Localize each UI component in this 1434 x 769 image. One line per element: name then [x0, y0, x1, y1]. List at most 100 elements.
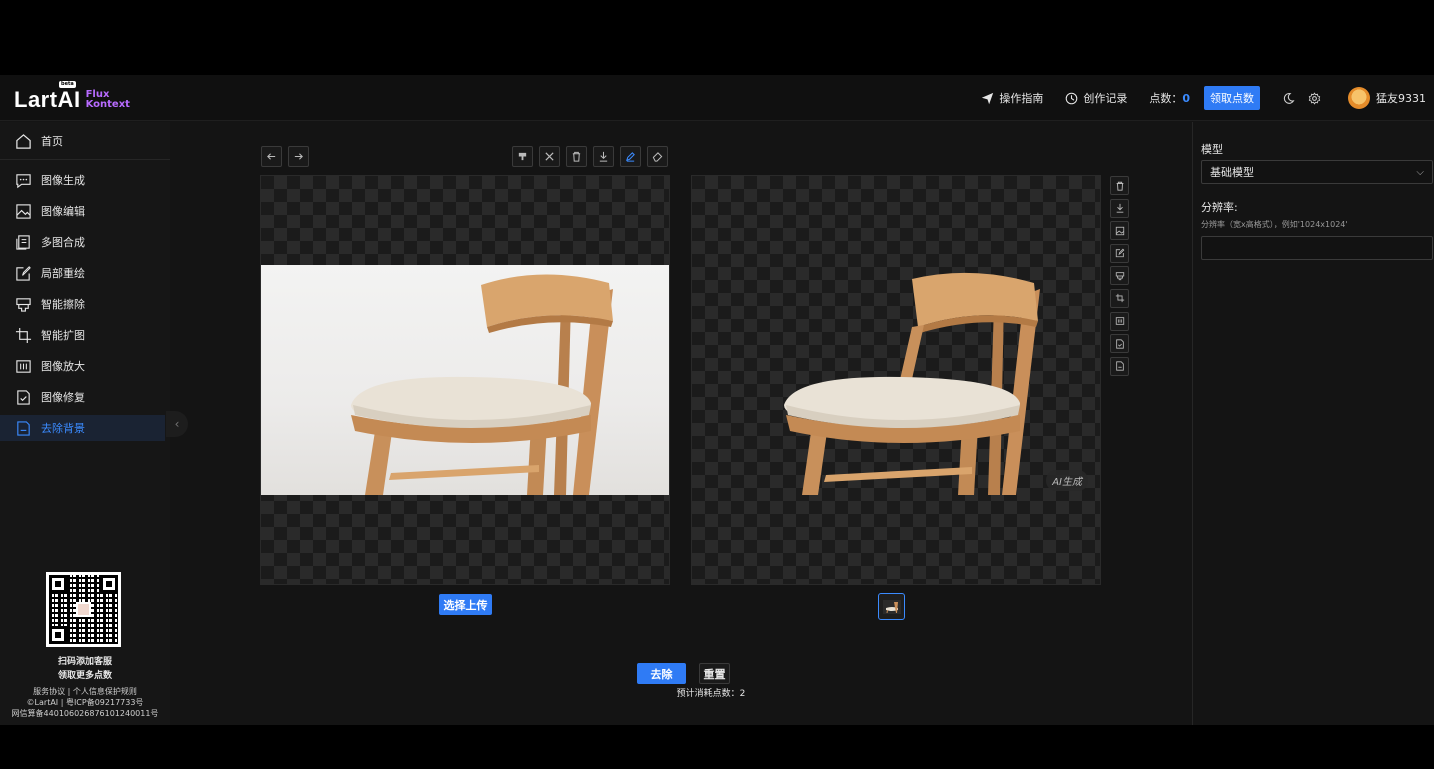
sidebar-item-upscale[interactable]: 图像放大	[0, 353, 170, 379]
sidebar-item-image-generate[interactable]: 图像生成	[0, 167, 170, 193]
app-logo[interactable]: LartAI beta Flux Kontext	[14, 81, 130, 113]
result-thumbnail[interactable]	[878, 593, 905, 620]
points-display: 点数：0	[1149, 90, 1190, 106]
points-label: 点数：	[1149, 92, 1183, 105]
send-to-outpaint-button[interactable]	[1110, 288, 1129, 308]
eraser-button[interactable]	[647, 146, 668, 167]
eraser-icon	[1115, 272, 1124, 281]
model-select[interactable]: 基础模型 ⌵	[1201, 160, 1433, 184]
arrow-right-icon	[294, 153, 303, 160]
remove-background-button[interactable]: 去除	[637, 663, 686, 684]
remove-bg-icon	[17, 420, 30, 436]
sidebar-item-inpaint[interactable]: 局部重绘	[0, 260, 170, 286]
result-download-button[interactable]	[1110, 198, 1129, 218]
theme-toggle[interactable]	[1280, 90, 1296, 106]
qr-caption: 扫码添加客服 领取更多点数	[0, 655, 170, 683]
chair-image	[351, 274, 613, 495]
resolution-input[interactable]	[1201, 236, 1433, 260]
select-upload-button[interactable]: 选择上传	[439, 594, 492, 615]
sidebar-item-label: 图像放大	[41, 360, 85, 373]
pen-button[interactable]	[620, 146, 641, 167]
sidebar-item-restore[interactable]: 图像修复	[0, 384, 170, 410]
eraser-icon	[652, 152, 663, 162]
settings-button[interactable]	[1306, 90, 1322, 106]
arrow-left-icon	[267, 153, 276, 160]
logo-sub-line2: Kontext	[85, 99, 130, 110]
edit-icon	[1115, 248, 1124, 258]
send-to-restore-button[interactable]	[1110, 334, 1129, 354]
clock-icon	[1066, 92, 1078, 104]
sidebar-item-outpaint[interactable]: 智能扩图	[0, 322, 170, 348]
app-window: LartAI beta Flux Kontext 操作指南 创作记录 点数：0 …	[0, 75, 1434, 725]
chat-icon	[16, 173, 31, 188]
upscale-icon	[16, 359, 31, 373]
send-to-edit-button[interactable]	[1110, 221, 1129, 241]
gear-icon	[1308, 91, 1320, 105]
brush-button[interactable]	[512, 146, 533, 167]
send-to-erase-button[interactable]	[1110, 266, 1129, 286]
qr-center-avatar	[76, 602, 91, 617]
settings-panel: 模型 基础模型 ⌵ 分辨率: 分辨率（宽x高格式），例如'1024x1024'	[1192, 122, 1434, 725]
sidebar-item-multi-compose[interactable]: 多图合成	[0, 229, 170, 255]
qr-corner	[49, 626, 67, 644]
guide-link[interactable]: 操作指南	[981, 90, 1043, 106]
claim-points-button[interactable]: 领取点数	[1204, 86, 1260, 110]
header-actions: 操作指南 创作记录 点数：0 领取点数 猛友9331	[981, 75, 1426, 121]
result-tools	[1110, 176, 1130, 379]
letterbox-top	[0, 0, 1434, 75]
image-icon	[1115, 226, 1124, 235]
sidebar-divider	[0, 159, 170, 160]
legal-footer: 服务协议 | 个人信息保护规则 ©LartAI | 粤ICP备09217733号…	[0, 686, 170, 719]
delete-button[interactable]	[566, 146, 587, 167]
history-link[interactable]: 创作记录	[1065, 90, 1127, 106]
download-button[interactable]	[593, 146, 614, 167]
sidebar-item-label: 智能扩图	[41, 329, 85, 342]
qr-corner	[100, 575, 118, 593]
pen-icon	[626, 152, 635, 162]
send-to-inpaint-button[interactable]	[1110, 243, 1129, 263]
sidebar-item-smart-erase[interactable]: 智能擦除	[0, 291, 170, 317]
result-delete-button[interactable]	[1110, 176, 1129, 195]
qr-caption-line2: 领取更多点数	[57, 671, 112, 681]
estimate-value: 2	[739, 689, 746, 699]
qr-pattern	[49, 575, 118, 644]
sidebar: 首页 图像生成 图像编辑 多图合成 局部重绘 智能擦除 智能扩图 图像放大 图像…	[0, 122, 170, 725]
repair-icon	[17, 389, 30, 405]
chair-thumbnail-image	[882, 599, 901, 614]
qr-caption-line1: 扫码添加客服	[57, 657, 112, 667]
trash-icon	[1116, 181, 1123, 191]
legal-links[interactable]: 服务协议 | 个人信息保护规则	[0, 686, 170, 697]
source-canvas[interactable]	[260, 175, 670, 585]
logo-subtitle: Flux Kontext	[86, 90, 130, 113]
result-canvas[interactable]: AI生成	[691, 175, 1101, 585]
send-to-upscale-button[interactable]	[1110, 311, 1129, 331]
points-value: 0	[1182, 92, 1190, 105]
sidebar-item-image-edit[interactable]: 图像编辑	[0, 198, 170, 224]
sidebar-collapse-button[interactable]: ‹	[166, 411, 188, 437]
username[interactable]: 猛友9331	[1376, 90, 1426, 106]
avatar[interactable]	[1348, 87, 1370, 109]
guide-label: 操作指南	[999, 92, 1044, 105]
reset-button[interactable]: 重置	[699, 663, 730, 684]
redo-button[interactable]	[288, 146, 309, 167]
clear-button[interactable]	[539, 146, 560, 167]
undo-button[interactable]	[261, 146, 282, 167]
send-to-remove-bg-button[interactable]	[1110, 356, 1129, 376]
download-icon	[599, 151, 608, 162]
beta-badge: beta	[59, 81, 76, 88]
sidebar-item-home[interactable]: 首页	[0, 128, 170, 154]
close-icon	[545, 152, 554, 161]
resolution-hint: 分辨率（宽x高格式），例如'1024x1024'	[1201, 220, 1348, 229]
algorithm-record: 网信算备440106026876101240011号	[11, 709, 159, 718]
home-icon	[16, 133, 31, 149]
model-select-value: 基础模型	[1210, 166, 1254, 179]
chevron-down-icon: ⌵	[1416, 167, 1424, 178]
resolution-label: 分辨率:	[1201, 201, 1238, 214]
estimated-cost: 预计消耗点数：2	[620, 686, 802, 699]
letterbox-bottom	[0, 725, 1434, 769]
layers-icon	[16, 234, 30, 250]
customer-service-qr	[46, 572, 121, 647]
crop-icon	[15, 327, 32, 343]
send-icon	[982, 92, 994, 104]
sidebar-item-remove-background[interactable]: 去除背景	[0, 415, 165, 441]
